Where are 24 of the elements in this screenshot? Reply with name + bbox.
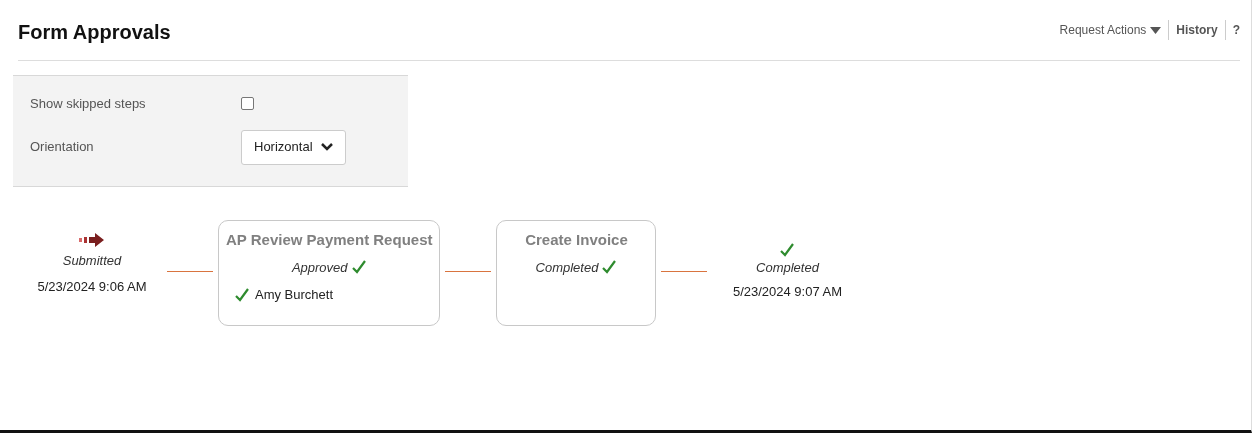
caret-icon <box>1150 26 1162 34</box>
timestamp: 5/23/2024 9:07 AM <box>732 282 843 301</box>
arrow-icon <box>79 232 105 248</box>
timestamp: 5/23/2024 9:06 AM <box>37 277 147 296</box>
step-title: AP Review Payment Request <box>226 230 433 250</box>
header-link[interactable]: History <box>1176 21 1218 39</box>
page-title: Form Approvals <box>18 19 171 45</box>
checkmark-icon <box>350 259 367 276</box>
option-label: Show skipped steps <box>30 95 147 113</box>
step-status: Submitted <box>62 252 122 270</box>
approver-name: Amy Burchett <box>255 286 334 304</box>
step-title: Create Invoice <box>525 230 628 250</box>
chevron-icon <box>320 143 333 151</box>
step-status: Completed <box>535 258 599 277</box>
actions-dropdown[interactable]: Request Actions <box>1059 21 1162 39</box>
checkbox[interactable] <box>241 97 254 111</box>
checkmark-icon <box>601 259 618 276</box>
checkmark-icon <box>779 242 796 258</box>
checkmark-icon <box>234 286 250 303</box>
option-label: Orientation <box>30 138 95 157</box>
step-status: Approved <box>291 258 348 277</box>
orientation-select[interactable]: Horizontal <box>241 129 346 165</box>
step-status: Completed <box>756 259 819 277</box>
header-link[interactable]: ? <box>1232 21 1240 39</box>
